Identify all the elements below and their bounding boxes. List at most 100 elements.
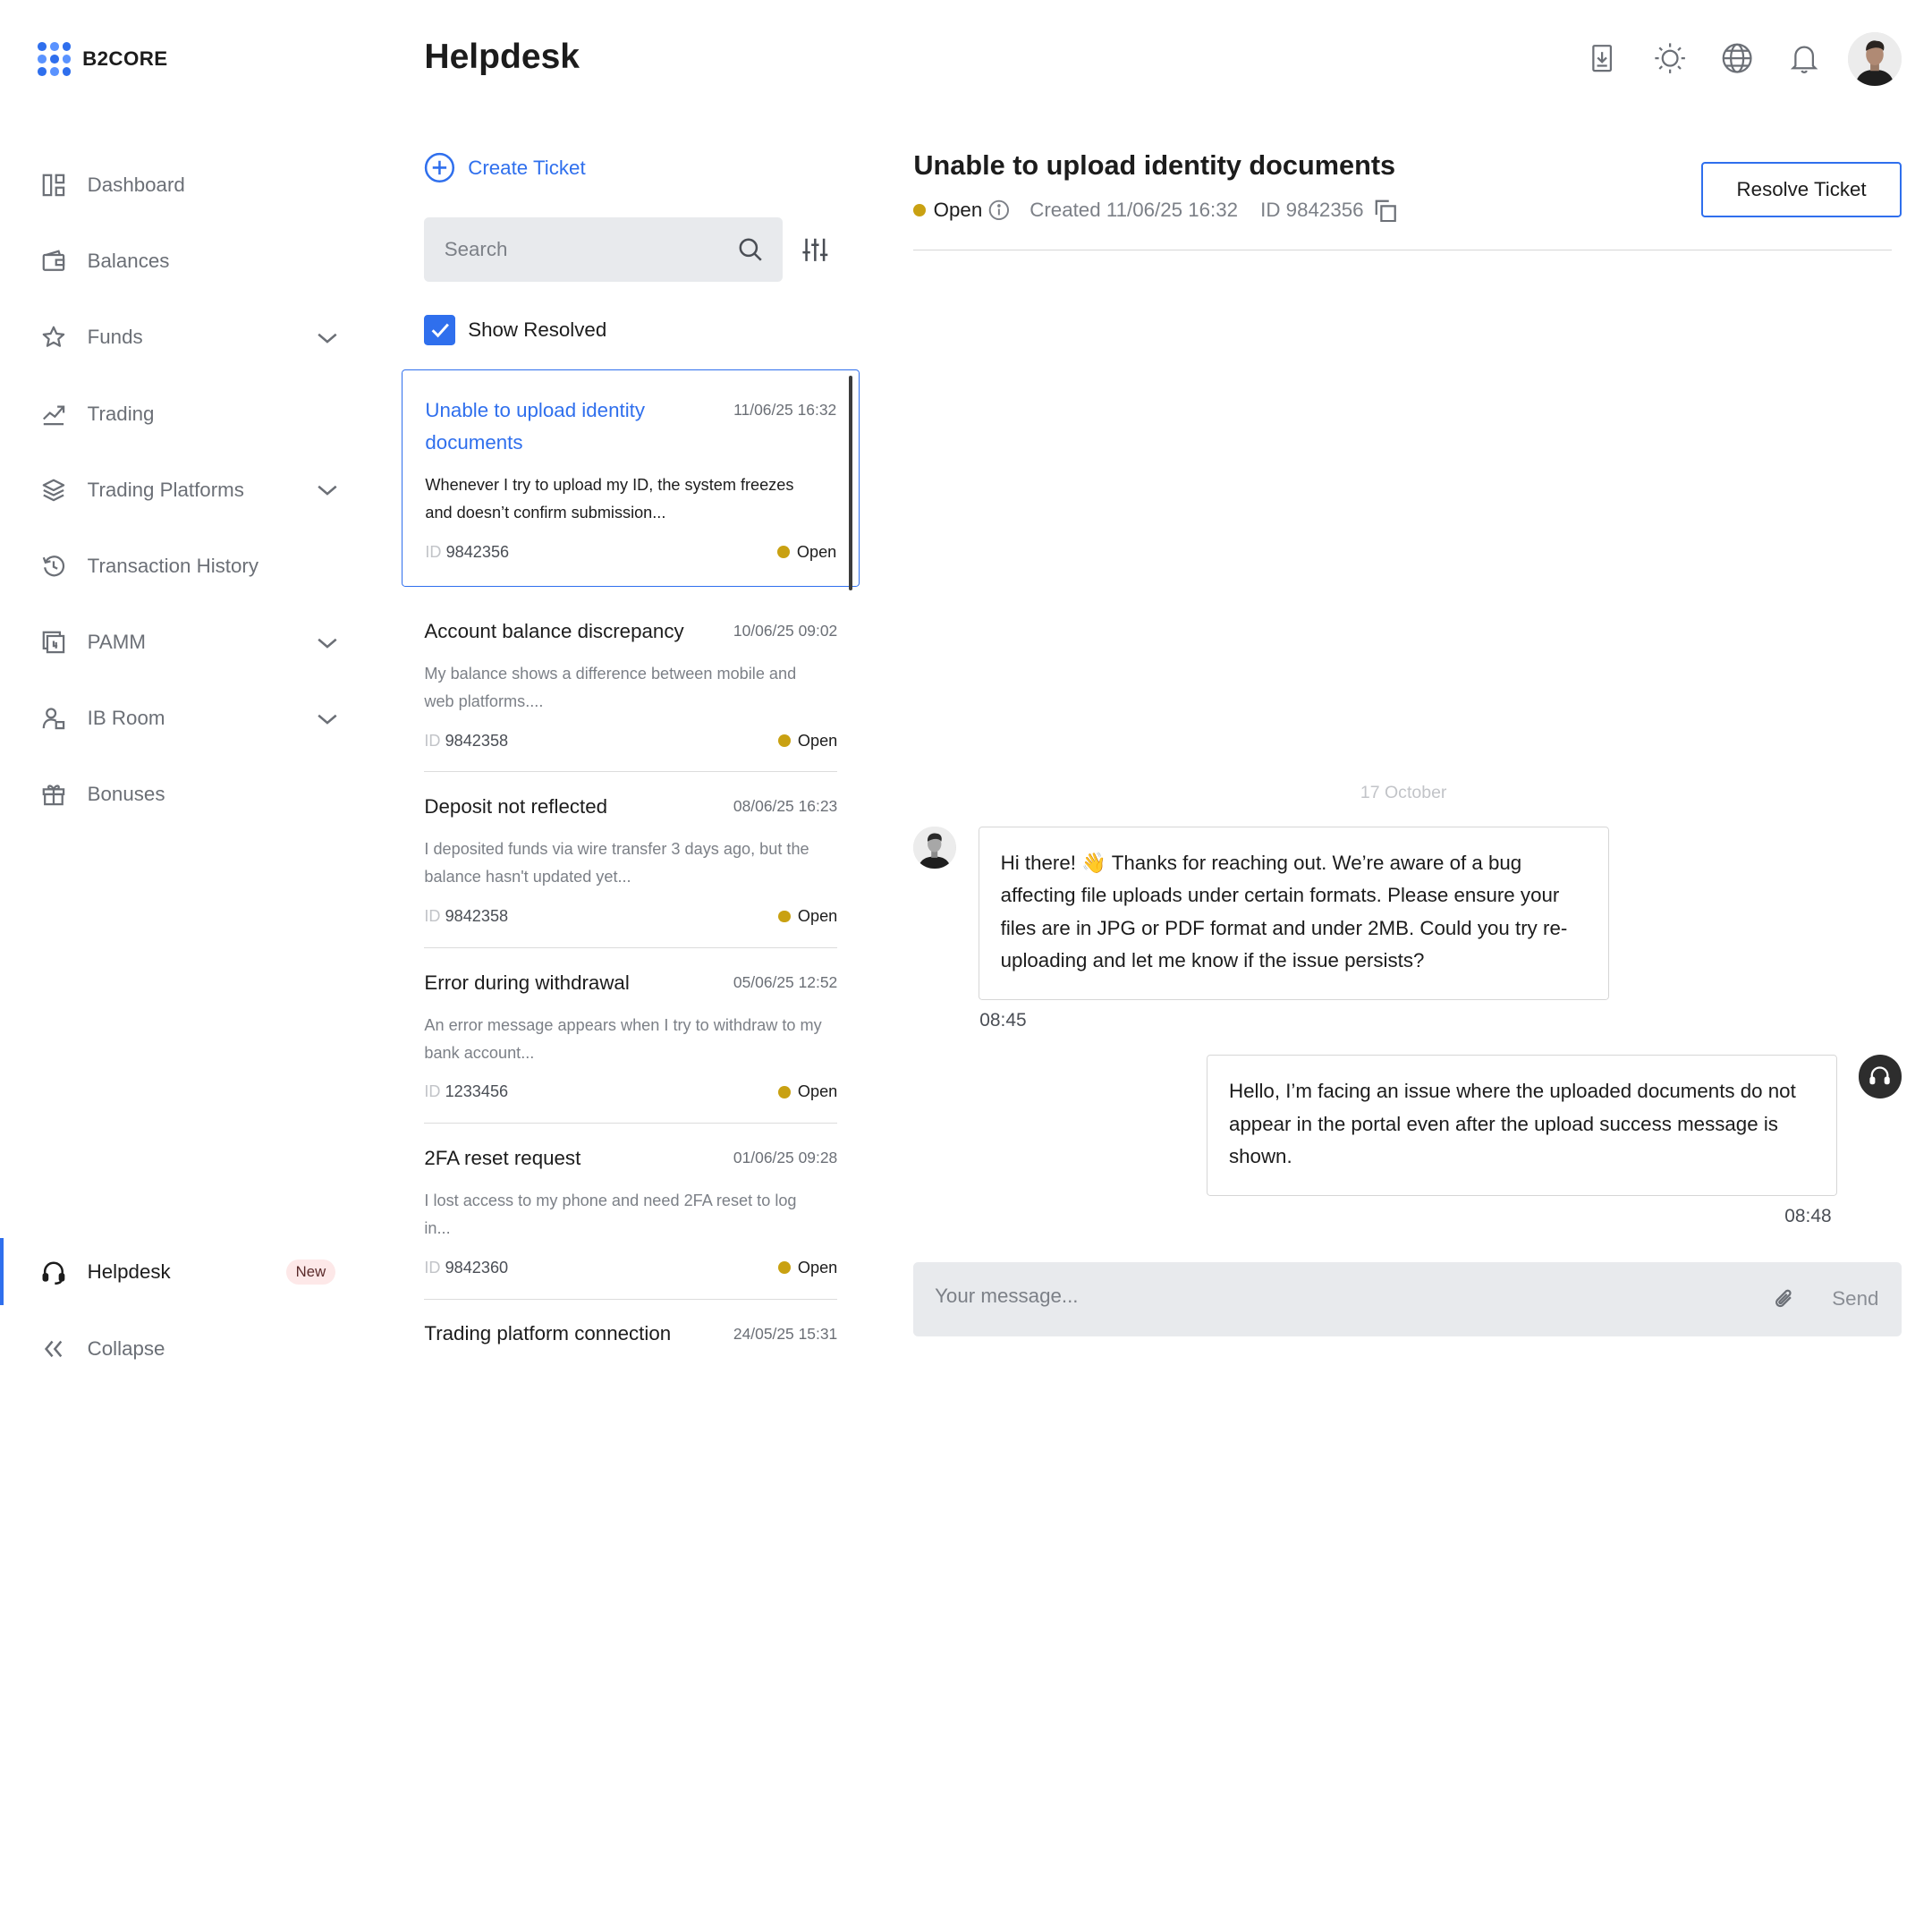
sidebar-item-label: Funds bbox=[87, 326, 143, 349]
search-input[interactable] bbox=[444, 238, 732, 262]
agent-avatar bbox=[913, 826, 956, 869]
checkbox-checked-icon[interactable] bbox=[424, 314, 456, 346]
support-headset-avatar bbox=[1858, 1055, 1902, 1098]
ticket-card-selected[interactable]: Unable to upload identity documents 11/0… bbox=[402, 369, 860, 590]
chevron-down-icon[interactable] bbox=[315, 478, 340, 503]
ticket-title: 2FA reset request bbox=[424, 1147, 581, 1170]
create-ticket-label: Create Ticket bbox=[468, 156, 586, 179]
ticket-id: ID 9842358 bbox=[424, 907, 508, 926]
ticket-title: Error during withdrawal bbox=[424, 971, 630, 994]
plus-circle-icon bbox=[425, 153, 455, 183]
message-input[interactable] bbox=[935, 1284, 1747, 1308]
sidebar-item-bonuses[interactable]: Bonuses bbox=[0, 757, 362, 833]
theme-sun-icon[interactable] bbox=[1652, 40, 1687, 78]
filter-sliders-icon[interactable] bbox=[801, 236, 829, 264]
copy-icon[interactable] bbox=[1374, 199, 1398, 223]
ticket-date: 01/06/25 09:28 bbox=[733, 1149, 838, 1167]
chart-line-icon bbox=[41, 402, 66, 427]
status-dot-icon bbox=[776, 546, 790, 558]
ticket-id: ID 1233456 bbox=[424, 1082, 508, 1101]
logo-mark-icon bbox=[37, 42, 72, 77]
sidebar-item-trading-platforms[interactable]: Trading Platforms bbox=[0, 452, 362, 528]
sidebar-bottom: Helpdesk New Collapse bbox=[0, 1234, 362, 1374]
brand-logo[interactable]: B2CORE bbox=[37, 42, 168, 77]
status-dot-icon bbox=[777, 734, 791, 748]
globe-icon[interactable] bbox=[1720, 40, 1755, 78]
message-bubble-agent: Hi there! 👋 Thanks for reaching out. We’… bbox=[978, 826, 1609, 1000]
ticket-desc: Whenever I try to upload my ID, the syst… bbox=[425, 476, 794, 522]
ticket-detail-status: Open bbox=[933, 199, 983, 222]
sidebar-item-helpdesk[interactable]: Helpdesk New bbox=[0, 1234, 362, 1311]
status-dot-icon bbox=[913, 204, 927, 217]
ticket-card[interactable]: 2FA reset request 01/06/25 09:28 I lost … bbox=[402, 1124, 860, 1300]
sidebar-item-dashboard[interactable]: Dashboard bbox=[0, 148, 362, 224]
chat-day-separator: 17 October bbox=[1360, 782, 1447, 802]
ticket-id: ID 9842358 bbox=[424, 732, 508, 751]
ticket-card[interactable]: Trading platform connection 24/05/25 15:… bbox=[402, 1300, 860, 1372]
ticket-id-prefix: ID bbox=[424, 731, 441, 750]
show-resolved-toggle[interactable]: Show Resolved bbox=[424, 314, 607, 346]
ticket-id-value: 9842358 bbox=[445, 907, 509, 925]
ticket-id-prefix: ID bbox=[425, 542, 442, 561]
create-ticket-button[interactable]: Create Ticket bbox=[424, 152, 586, 183]
ticket-status: Open bbox=[777, 1082, 838, 1101]
ticket-card[interactable]: Error during withdrawal 05/06/25 12:52 A… bbox=[402, 948, 860, 1124]
ticket-status: Open bbox=[777, 907, 838, 926]
resolve-ticket-button[interactable]: Resolve Ticket bbox=[1700, 162, 1902, 217]
ticket-status: Open bbox=[777, 732, 837, 751]
pamm-icon bbox=[41, 630, 66, 655]
brand-name: B2CORE bbox=[82, 47, 168, 71]
sidebar-item-pamm[interactable]: PAMM bbox=[0, 604, 362, 680]
show-resolved-label: Show Resolved bbox=[468, 318, 607, 342]
ticket-id-prefix: ID bbox=[424, 1082, 441, 1101]
ticket-id-value: 9842360 bbox=[445, 1258, 509, 1277]
ticket-desc: I deposited funds via wire transfer 3 da… bbox=[424, 840, 809, 886]
info-icon[interactable] bbox=[988, 199, 1010, 221]
ticket-title: Unable to upload identity documents bbox=[425, 398, 646, 454]
sidebar-item-transaction-history[interactable]: Transaction History bbox=[0, 528, 362, 604]
message-composer: Send bbox=[913, 1261, 1902, 1337]
chevron-down-icon[interactable] bbox=[315, 707, 340, 732]
download-icon[interactable] bbox=[1585, 40, 1620, 78]
headset-icon bbox=[41, 1260, 66, 1285]
ticket-detail-meta: Open Created 11/06/25 16:32 ID 9842356 bbox=[913, 199, 1397, 223]
ticket-status-label: Open bbox=[797, 1258, 838, 1277]
history-icon bbox=[41, 554, 66, 579]
search-icon[interactable] bbox=[738, 237, 763, 262]
bell-icon[interactable] bbox=[1787, 40, 1822, 78]
sidebar-item-funds[interactable]: Funds bbox=[0, 300, 362, 376]
ticket-status-label: Open bbox=[797, 907, 838, 925]
chevron-down-icon[interactable] bbox=[315, 631, 340, 656]
ticket-title: Deposit not reflected bbox=[424, 795, 608, 819]
ticket-status: Open bbox=[776, 543, 836, 562]
chevron-down-icon[interactable] bbox=[315, 326, 340, 351]
page-title: Helpdesk bbox=[424, 37, 580, 76]
ticket-id-prefix: ID bbox=[424, 907, 441, 925]
paperclip-icon[interactable] bbox=[1772, 1287, 1797, 1312]
message-time: 08:48 bbox=[1784, 1205, 1832, 1226]
ticket-id: ID 9842356 bbox=[425, 543, 509, 562]
sidebar-item-label: Balances bbox=[87, 250, 170, 273]
sidebar-item-label: Transaction History bbox=[87, 554, 259, 577]
ticket-card[interactable]: Account balance discrepancy 10/06/25 09:… bbox=[402, 597, 860, 773]
send-button[interactable]: Send bbox=[1832, 1287, 1878, 1311]
ticket-status-label: Open bbox=[797, 1082, 838, 1101]
ticket-date: 11/06/25 16:32 bbox=[733, 400, 837, 419]
status-dot-icon bbox=[777, 1085, 791, 1098]
ticket-list: Unable to upload identity documents 11/0… bbox=[402, 369, 860, 1371]
ticket-detail-title: Unable to upload identity documents bbox=[913, 149, 1396, 182]
layers-icon bbox=[41, 478, 66, 503]
sidebar-collapse[interactable]: Collapse bbox=[0, 1311, 362, 1374]
sidebar-item-label: Trading bbox=[87, 402, 155, 425]
sidebar-item-trading[interactable]: Trading bbox=[0, 376, 362, 452]
sidebar-item-balances[interactable]: Balances bbox=[0, 224, 362, 300]
ticket-desc: An error message appears when I try to w… bbox=[424, 1015, 822, 1062]
ticket-detail-created: Created 11/06/25 16:32 bbox=[1030, 199, 1239, 222]
sidebar-item-ib-room[interactable]: IB Room bbox=[0, 680, 362, 756]
helpdesk-screen: B2CORE Dashboard Balances Funds Trading … bbox=[0, 0, 1932, 1374]
ticket-detail-id: ID 9842356 bbox=[1260, 199, 1364, 222]
sidebar-item-label: Dashboard bbox=[87, 174, 185, 197]
user-avatar[interactable] bbox=[1848, 32, 1902, 87]
ticket-card[interactable]: Deposit not reflected 08/06/25 16:23 I d… bbox=[402, 772, 860, 948]
ticket-id-value: 9842356 bbox=[445, 542, 510, 561]
